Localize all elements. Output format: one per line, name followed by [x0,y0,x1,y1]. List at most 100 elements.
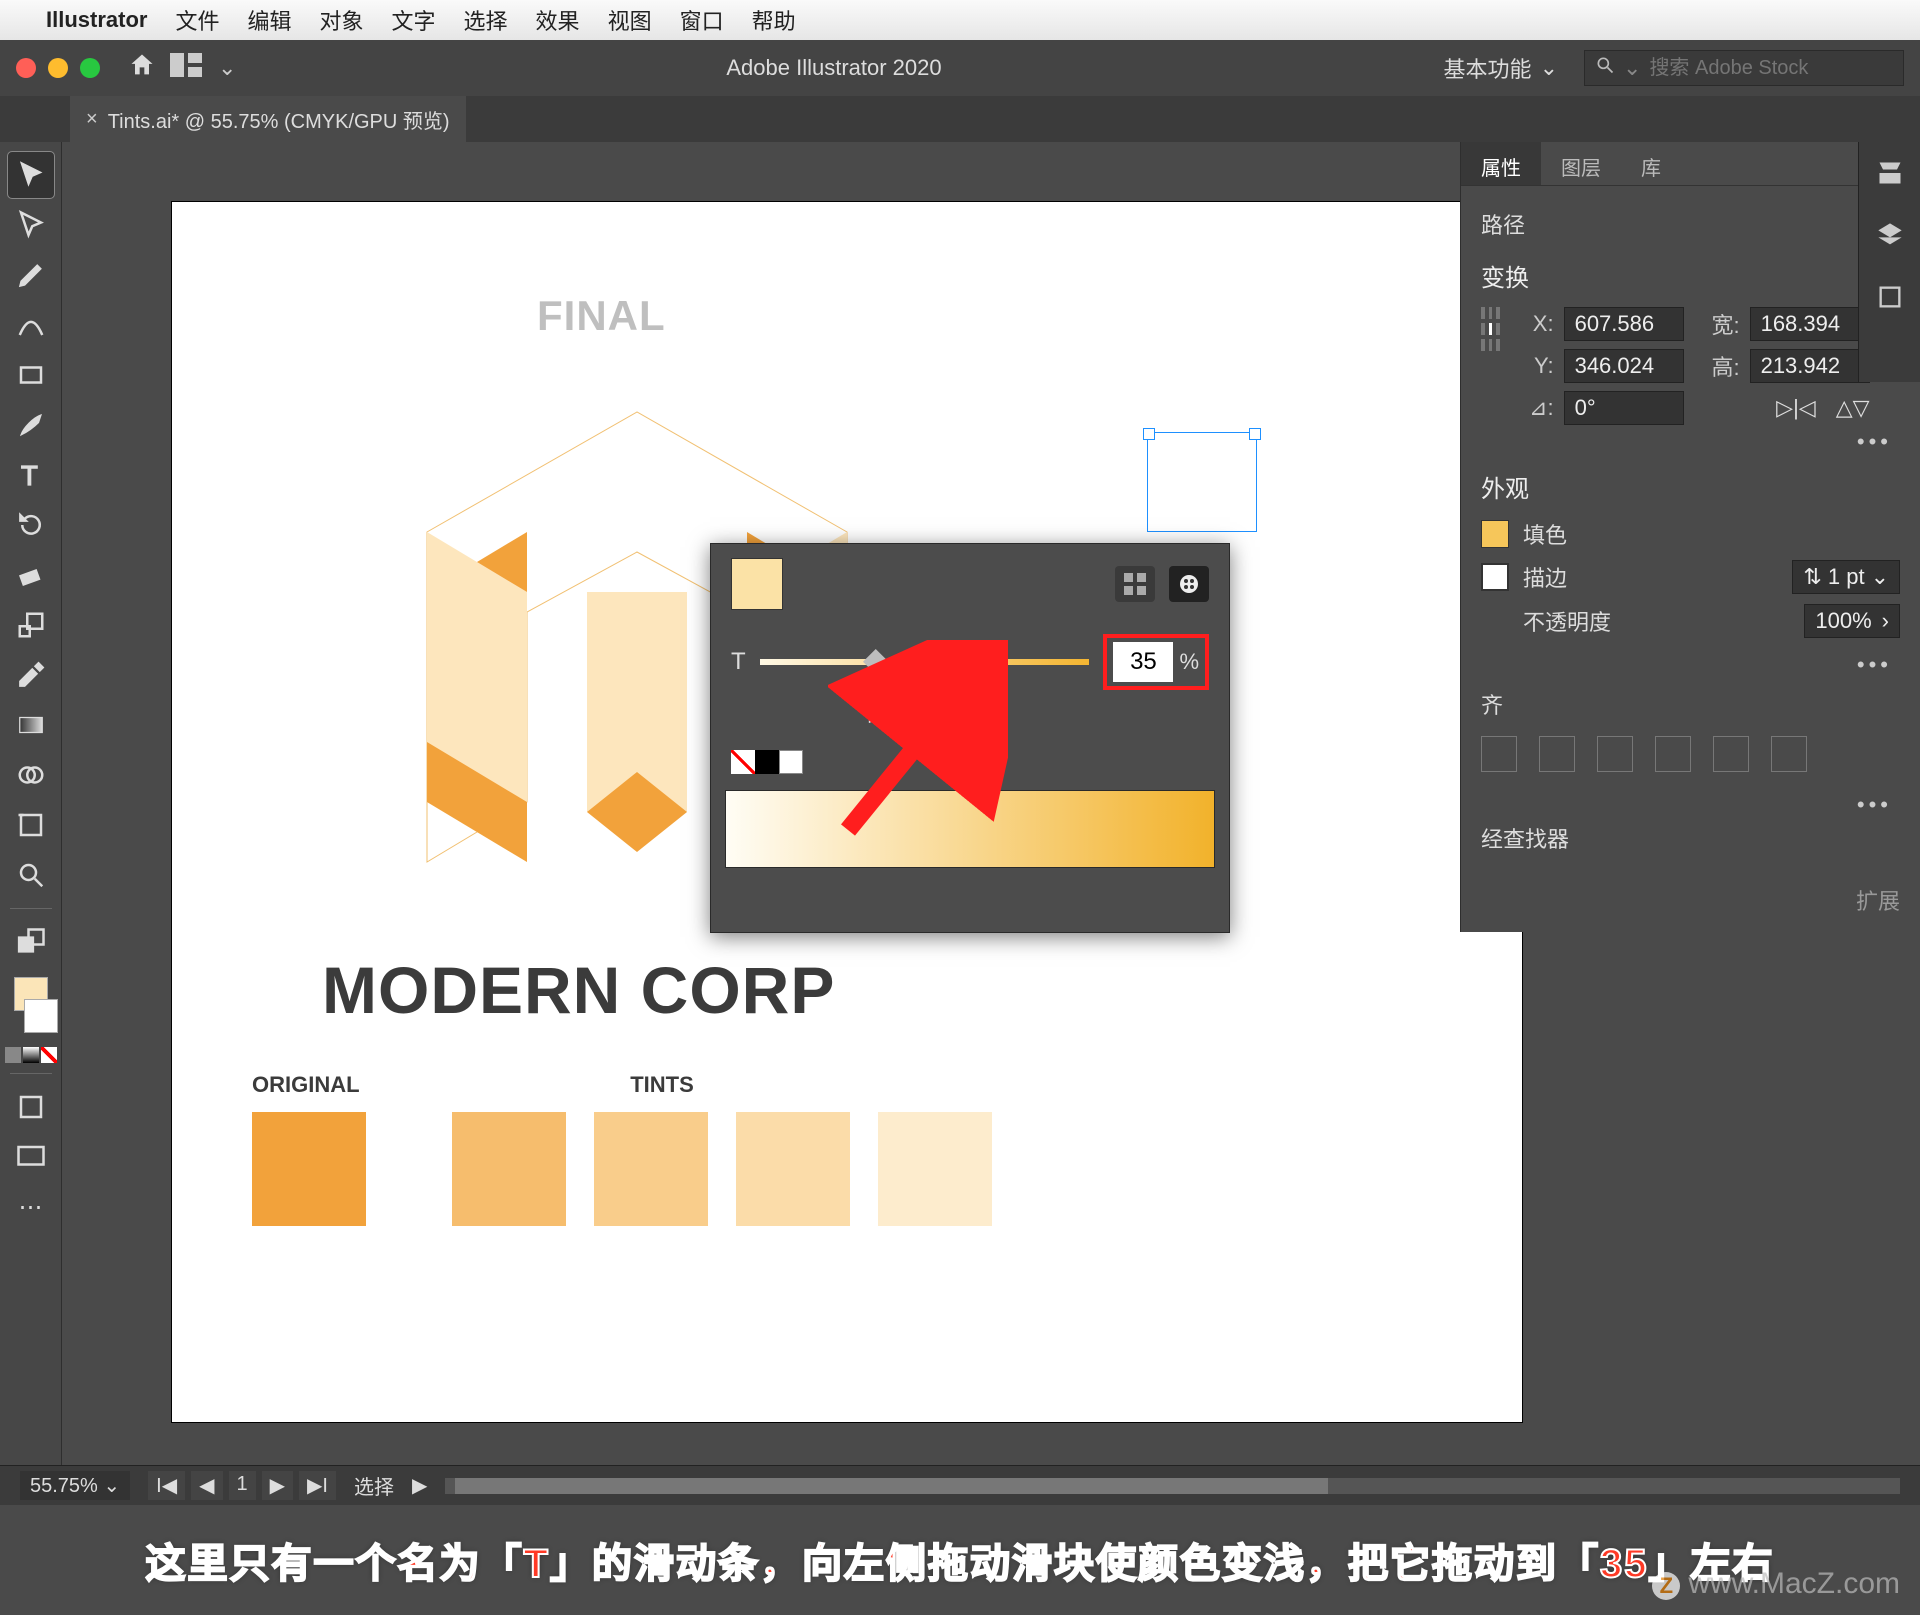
opacity-field[interactable]: 100%› [1804,604,1900,638]
gradient-tool[interactable] [8,702,54,748]
horizontal-scrollbar[interactable] [445,1478,1900,1494]
swatches-grid-icon[interactable] [1115,566,1155,602]
selection-tool[interactable] [8,152,54,198]
menu-file[interactable]: 文件 [175,4,219,36]
curvature-tool[interactable] [8,302,54,348]
align-right-icon[interactable] [1597,736,1633,772]
menu-select[interactable]: 选择 [464,4,508,36]
section-transform: 变换 [1481,258,1900,293]
tab-properties[interactable]: 属性 [1461,142,1541,185]
y-field[interactable]: 346.024 [1564,349,1684,383]
black-swatch-icon[interactable] [755,750,779,774]
flip-vertical-icon[interactable]: △▽ [1836,395,1870,421]
panel-tab-strip: 属性 图层 库 ›› [1461,142,1920,186]
menubar-app-name[interactable]: Illustrator [46,7,147,33]
logo-text: MODERN CORP [322,952,835,1028]
screen-mode-icon[interactable] [8,1134,54,1180]
tint-slider-track[interactable] [760,659,1090,665]
more-options-icon[interactable]: ••• [1481,648,1900,682]
fill-stroke-swap-icon[interactable] [8,919,54,965]
artboard-number-field[interactable]: 1 [229,1471,256,1500]
shape-builder-tool[interactable] [8,752,54,798]
tint-ramp[interactable] [725,790,1215,868]
h-field[interactable]: 213.942 [1750,349,1870,383]
draw-mode-icon[interactable] [8,1084,54,1130]
scale-tool[interactable] [8,602,54,648]
selection-bounding-box[interactable] [1147,432,1257,532]
more-options-icon[interactable]: ••• [1481,425,1900,459]
angle-field[interactable]: 0° [1564,391,1684,425]
rectangle-tool[interactable] [8,352,54,398]
eraser-tool[interactable] [8,552,54,598]
stroke-swatch[interactable] [1481,563,1509,591]
window-zoom-button[interactable] [80,58,100,78]
nav-last-icon[interactable]: ▶I [299,1471,336,1500]
align-top-icon[interactable] [1655,736,1691,772]
window-minimize-button[interactable] [48,58,68,78]
search-adobe-stock[interactable]: ⌄ [1584,50,1904,86]
app-chrome-bar: ⌄ Adobe Illustrator 2020 基本功能 ⌄ ⌄ [0,40,1920,96]
none-mode-icon[interactable] [41,1047,57,1063]
label-original: ORIGINAL [252,1072,432,1098]
library-panel-icon[interactable] [1873,156,1907,190]
eyedropper-tool[interactable] [8,652,54,698]
tint-value-input[interactable]: 35 [1113,642,1173,682]
menu-effect[interactable]: 效果 [536,4,580,36]
menu-view[interactable]: 视图 [608,4,652,36]
menu-object[interactable]: 对象 [320,4,364,36]
pen-tool[interactable] [8,252,54,298]
close-icon[interactable]: × [86,108,98,131]
zoom-field[interactable]: 55.75% ⌄ [20,1471,130,1500]
tab-libraries[interactable]: 库 [1621,142,1681,185]
tint-slider-thumb[interactable] [863,649,887,673]
layers-panel-icon[interactable] [1873,218,1907,252]
color-mode-icon[interactable] [5,1047,21,1063]
artboards-panel-icon[interactable] [1873,280,1907,314]
stroke-weight-field[interactable]: ⇅1 pt⌄ [1792,560,1900,594]
more-options-icon[interactable]: ••• [1481,788,1900,822]
angle-label: ⊿: [1518,395,1554,421]
artboard-tool[interactable] [8,802,54,848]
white-swatch-icon[interactable] [779,750,803,774]
align-vcenter-icon[interactable] [1713,736,1749,772]
status-dropdown-icon[interactable]: ▶ [412,1473,427,1498]
align-bottom-icon[interactable] [1771,736,1807,772]
menu-edit[interactable]: 编辑 [247,4,291,36]
current-fill-swatch[interactable] [731,558,783,610]
nav-first-icon[interactable]: I◀ [148,1471,185,1500]
arrange-documents-icon[interactable] [170,53,204,83]
menu-window[interactable]: 窗口 [680,4,724,36]
align-hcenter-icon[interactable] [1539,736,1575,772]
fill-swatch[interactable] [1481,520,1509,548]
nav-prev-icon[interactable]: ◀ [191,1471,222,1500]
swatch-tint-4 [878,1112,992,1226]
document-tab[interactable]: × Tints.ai* @ 55.75% (CMYK/GPU 预览) [70,96,466,142]
color-mixer-icon[interactable] [1169,566,1209,602]
x-field[interactable]: 607.586 [1564,307,1684,341]
zoom-tool[interactable] [8,852,54,898]
tint-slider-label: T [731,648,746,676]
direct-selection-tool[interactable] [8,202,54,248]
flip-horizontal-icon[interactable]: ▷|◁ [1776,395,1816,421]
gradient-mode-icon[interactable] [23,1047,39,1063]
align-left-icon[interactable] [1481,736,1517,772]
window-close-button[interactable] [16,58,36,78]
nav-next-icon[interactable]: ▶ [262,1471,293,1500]
fill-stroke-indicator[interactable] [14,977,48,1047]
chevron-down-icon[interactable]: ⌄ [218,55,236,81]
tab-layers[interactable]: 图层 [1541,142,1621,185]
none-swatch-icon[interactable] [731,750,755,774]
menu-type[interactable]: 文字 [392,4,436,36]
home-icon[interactable] [128,51,156,85]
edit-toolbar-icon[interactable]: ⋯ [8,1184,54,1230]
paintbrush-tool[interactable] [8,402,54,448]
tool-panel: T ⋯ [0,142,62,1465]
search-input[interactable] [1649,57,1893,80]
rotate-tool[interactable] [8,502,54,548]
reference-point-icon[interactable] [1481,307,1500,351]
menu-help[interactable]: 帮助 [752,4,796,36]
workspace-label: 基本功能 [1444,52,1532,84]
workspace-dropdown[interactable]: 基本功能 ⌄ [1432,48,1570,88]
w-field[interactable]: 168.394 [1750,307,1870,341]
type-tool[interactable]: T [8,452,54,498]
